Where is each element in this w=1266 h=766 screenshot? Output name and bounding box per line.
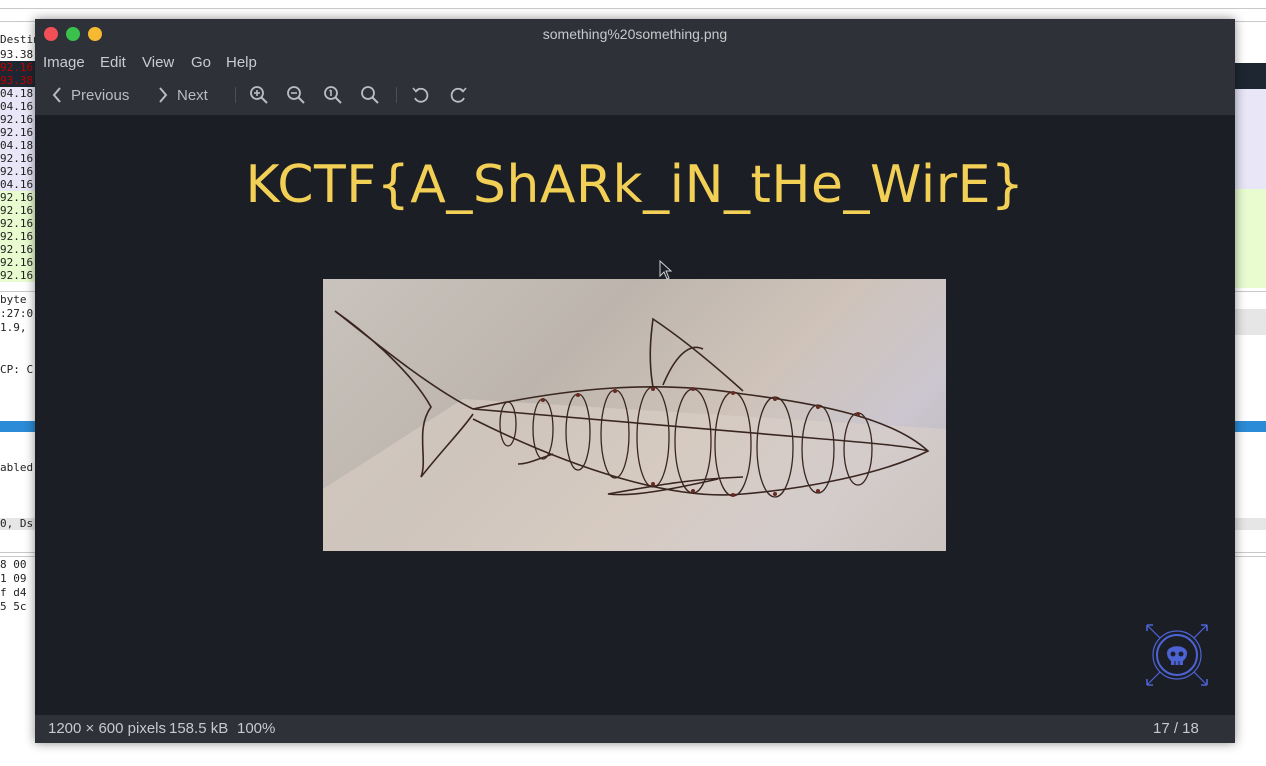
skull-logo-icon [1146, 624, 1208, 686]
packet-list-row[interactable]: 92.16 [0, 61, 36, 74]
zoom-fit-icon[interactable] [359, 84, 381, 106]
zoom-level: 100% [237, 720, 276, 737]
packet-list-row[interactable]: 92.16 [0, 126, 36, 139]
image-dimensions: 1200 × 600 pixels [48, 720, 167, 737]
detail-line: abled [0, 461, 34, 474]
menu-go[interactable]: Go [191, 50, 211, 75]
packet-list-row[interactable]: 92.16 [0, 165, 36, 178]
wire-shark-sculpture-icon [323, 310, 946, 551]
packet-list-row[interactable]: 04.16 [0, 100, 36, 113]
hex-line: f d4 [0, 586, 27, 599]
packet-list-row[interactable]: 92.16 [0, 243, 36, 256]
chevron-left-icon [52, 87, 61, 103]
toolbar: Previous Next [35, 75, 1235, 116]
packet-row-band-selected [1235, 63, 1266, 89]
detail-line: byte [0, 293, 27, 306]
image-canvas[interactable]: KCTF{A_ShARk_iN_tHe_WirE} [35, 115, 1235, 715]
status-bar: 1200 × 600 pixels 158.5 kB 100% 17 / 18 [35, 715, 1235, 743]
rotate-left-icon[interactable] [410, 84, 432, 106]
detail-line: :27:0 [0, 307, 34, 320]
zoom-in-icon[interactable] [248, 84, 270, 106]
chevron-right-icon [159, 87, 168, 103]
packet-list-row[interactable]: 92.16 [0, 191, 36, 204]
mouse-cursor-icon [659, 260, 673, 280]
image-flag-text: KCTF{A_ShARk_iN_tHe_WirE} [245, 155, 1025, 215]
packet-list-row[interactable]: 92.16 [0, 152, 36, 165]
packet-list-row[interactable]: 04.18 [0, 87, 36, 100]
hex-line: 5 5c [0, 600, 27, 613]
packet-list-header[interactable]: Destina [0, 33, 36, 46]
packet-list-row[interactable]: 92.16 [0, 230, 36, 243]
packet-row-band-lavender [1235, 89, 1266, 189]
menu-view[interactable]: View [142, 50, 174, 75]
next-button[interactable]: Next [157, 81, 208, 109]
previous-label: Previous [71, 86, 130, 104]
packet-list-row[interactable]: 92.16 [0, 217, 36, 230]
packet-list-row[interactable]: 92.16 [0, 204, 36, 217]
detail-line: 1.9, [0, 321, 27, 334]
window-title: something%20something.png [542, 26, 728, 42]
detail-line: 0, Ds [0, 517, 34, 530]
menu-image[interactable]: Image [43, 50, 85, 75]
image-viewer-window: something%20something.png Image Edit Vie… [35, 19, 1235, 743]
background-toolbar [0, 0, 1266, 9]
next-label: Next [177, 86, 208, 104]
title-bar[interactable]: something%20something.png [35, 19, 1235, 50]
toolbar-separator [396, 87, 397, 103]
zoom-original-icon[interactable] [322, 84, 344, 106]
detail-band [1235, 309, 1266, 335]
hex-line: 1 09 [0, 572, 27, 585]
rotate-right-icon[interactable] [447, 84, 469, 106]
menu-help[interactable]: Help [226, 50, 257, 75]
packet-row-band-green [1235, 189, 1266, 288]
menu-edit[interactable]: Edit [100, 50, 126, 75]
packet-list-row[interactable]: 93.38 [0, 48, 36, 61]
toolbar-separator [235, 87, 236, 103]
menu-bar: Image Edit View Go Help [35, 50, 1235, 75]
packet-list-row[interactable]: 04.18 [0, 139, 36, 152]
packet-list-row[interactable]: 92.16 [0, 269, 36, 282]
wire-shark-photo [323, 279, 946, 551]
zoom-out-icon[interactable] [285, 84, 307, 106]
packet-list-row[interactable]: 92.16 [0, 256, 36, 269]
packet-list-row[interactable]: 04.16 [0, 178, 36, 191]
packet-list-row[interactable]: 93.38 [0, 74, 36, 87]
previous-button[interactable]: Previous [51, 81, 129, 109]
hex-line: 8 00 [0, 558, 27, 571]
image-file-size: 158.5 kB [169, 720, 229, 737]
image-position: 17 / 18 [1153, 720, 1199, 737]
packet-list-row[interactable]: 92.16 [0, 113, 36, 126]
detail-line: CP: C [0, 363, 34, 376]
